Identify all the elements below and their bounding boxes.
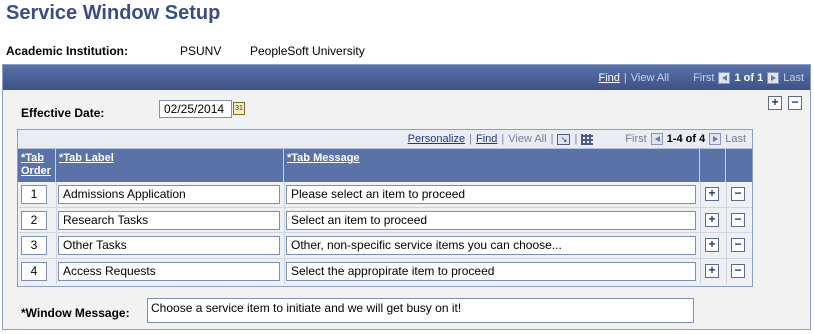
- nav-separator: |: [623, 71, 627, 84]
- table-row: 2 Research Tasks Select an item to proce…: [18, 207, 752, 233]
- table-row: 1 Admissions Application Please select a…: [18, 182, 752, 208]
- delete-effective-row-button[interactable]: −: [788, 96, 802, 110]
- institution-name: PeopleSoft University: [250, 44, 365, 58]
- grid-last-link[interactable]: Last: [725, 133, 746, 145]
- add-row-button[interactable]: +: [705, 212, 719, 227]
- tab-label-input[interactable]: Other Tasks: [58, 236, 280, 255]
- add-row-button[interactable]: +: [705, 263, 719, 278]
- column-header-tab-message[interactable]: *Tab Message: [284, 149, 700, 182]
- grid-first-link[interactable]: First: [625, 133, 646, 145]
- column-header-tab-order[interactable]: *Tab Order: [18, 149, 56, 182]
- calendar-icon[interactable]: 31: [233, 102, 245, 115]
- delete-row-button[interactable]: −: [731, 212, 745, 227]
- nav-separator: |: [501, 133, 505, 145]
- outer-row-range: 1 of 1: [734, 71, 764, 84]
- outer-next-icon[interactable]: [767, 71, 780, 84]
- outer-nav-bar: Find | View All First 1 of 1 Last: [3, 65, 810, 90]
- grid-next-icon[interactable]: [709, 133, 722, 145]
- institution-label: Academic Institution:: [6, 44, 129, 58]
- outer-find-link[interactable]: Find: [598, 72, 619, 84]
- grid-view-icon[interactable]: [581, 133, 594, 145]
- nav-separator: |: [469, 133, 472, 145]
- column-header-add: [700, 149, 726, 182]
- tab-message-input[interactable]: Select the appropirate item to proceed: [286, 261, 696, 281]
- grid-previous-icon[interactable]: [650, 133, 663, 145]
- tab-order-input[interactable]: 2: [21, 210, 47, 230]
- window-message-textarea[interactable]: Choose a service item to initiate and we…: [147, 298, 694, 323]
- tab-label-input[interactable]: Admissions Application: [58, 185, 280, 204]
- table-row: 3 Other Tasks Other, non-specific servic…: [18, 233, 752, 259]
- nav-separator: |: [574, 133, 578, 145]
- grid-row-range: 1-4 of 4: [666, 133, 706, 145]
- tab-label-input[interactable]: Research Tasks: [58, 210, 280, 230]
- grid-view-all-link[interactable]: View All: [508, 133, 546, 145]
- delete-row-button[interactable]: −: [731, 263, 745, 278]
- tabs-grid: Personalize | Find | View All | ↘ | Firs…: [17, 129, 753, 287]
- outer-previous-icon[interactable]: [718, 71, 731, 84]
- download-icon[interactable]: ↘: [557, 133, 571, 145]
- grid-find-link[interactable]: Find: [476, 133, 497, 145]
- add-row-button[interactable]: +: [705, 187, 719, 201]
- tab-order-input[interactable]: 4: [21, 261, 47, 281]
- grid-header-row: *Tab Order *Tab Label *Tab Message: [18, 149, 752, 182]
- column-header-tab-label[interactable]: *Tab Label: [56, 149, 284, 182]
- tab-message-input[interactable]: Select an item to proceed: [286, 210, 696, 230]
- tab-message-input[interactable]: Please select an item to proceed: [286, 185, 696, 204]
- tab-order-input[interactable]: 3: [21, 236, 47, 255]
- delete-row-button[interactable]: −: [731, 238, 745, 252]
- tab-order-input[interactable]: 1: [21, 185, 47, 204]
- delete-row-button[interactable]: −: [731, 187, 745, 201]
- add-effective-row-button[interactable]: +: [768, 96, 782, 110]
- grid-nav-bar: Personalize | Find | View All | ↘ | Firs…: [18, 130, 752, 149]
- institution-code: PSUNV: [180, 44, 222, 58]
- add-row-button[interactable]: +: [705, 238, 719, 252]
- personalize-link[interactable]: Personalize: [408, 133, 465, 145]
- column-header-delete: [726, 149, 752, 182]
- tab-message-input[interactable]: Other, non-specific service items you ca…: [286, 236, 696, 255]
- outer-last-link[interactable]: Last: [783, 72, 804, 84]
- tab-label-input[interactable]: Access Requests: [58, 261, 280, 281]
- table-row: 4 Access Requests Select the appropirate…: [18, 258, 752, 284]
- page-title: Service Window Setup: [6, 2, 221, 24]
- effective-dated-scroll-area: Find | View All First 1 of 1 Last + − Ef…: [2, 64, 811, 330]
- effective-date-label: Effective Date:: [21, 106, 105, 120]
- nav-separator: |: [550, 133, 554, 145]
- outer-view-all-link[interactable]: View All: [631, 72, 669, 84]
- outer-first-link[interactable]: First: [693, 72, 714, 84]
- effective-date-input[interactable]: 02/25/2014: [159, 100, 232, 118]
- window-message-label: *Window Message:: [21, 306, 130, 320]
